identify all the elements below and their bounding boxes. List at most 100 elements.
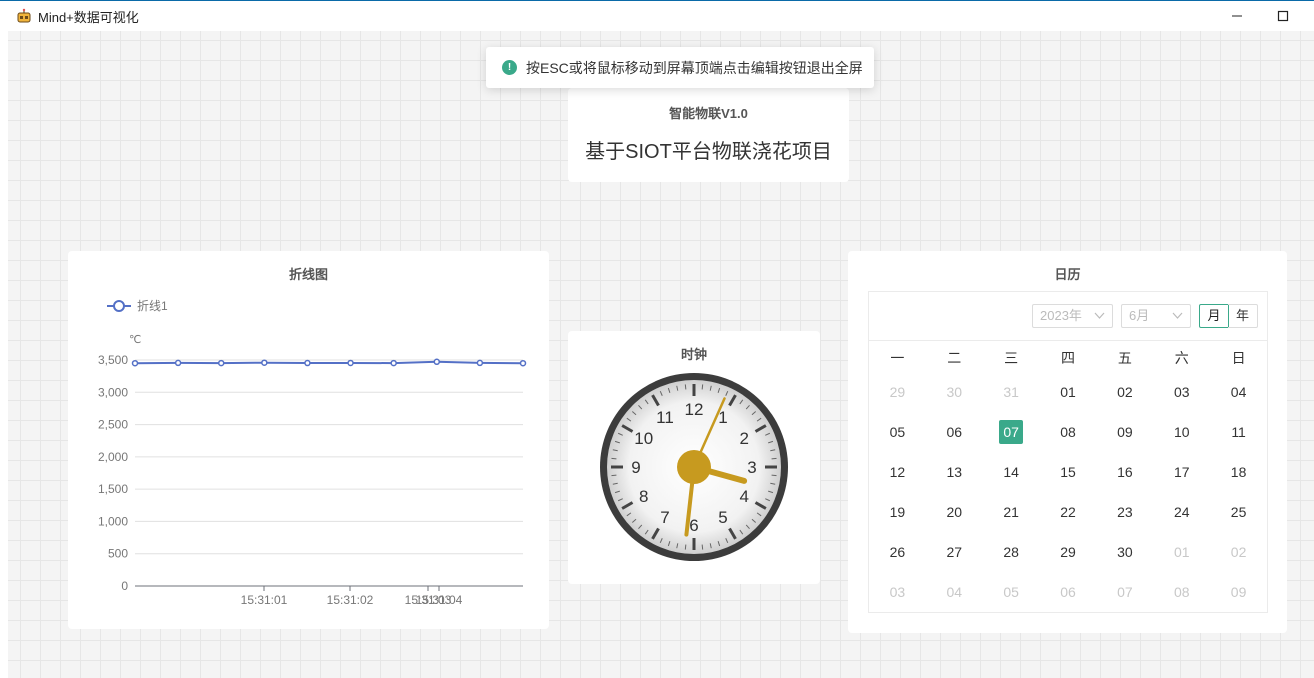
fullscreen-toast: ! 按ESC或将鼠标移动到屏幕顶端点击编辑按钮退出全屏	[486, 47, 874, 88]
calendar-day[interactable]: 31	[983, 372, 1040, 412]
clock-hub	[677, 450, 711, 484]
data-point[interactable]	[390, 359, 397, 367]
analog-clock: 12 1234567891011	[600, 373, 788, 561]
info-icon: !	[502, 60, 517, 75]
month-select[interactable]: 6月	[1121, 304, 1191, 328]
calendar-day[interactable]: 16	[1096, 452, 1153, 492]
header-title: 基于SIOT平台物联浇花项目	[585, 141, 832, 163]
weekday-label: 一	[890, 350, 905, 366]
calendar-day[interactable]: 09	[1096, 412, 1153, 452]
minute-tick	[701, 544, 704, 550]
minute-tick	[771, 474, 777, 477]
calendar-card: 日历 2023年 6月 月 年 一二三四五六日 29 30 31 01 02 03 04 05 0…	[848, 251, 1287, 633]
calendar-day[interactable]: 04	[1210, 372, 1267, 412]
calendar-day[interactable]: 10	[1153, 412, 1210, 452]
window-left-edge	[0, 31, 8, 678]
header-subtitle: 智能物联V1.0	[669, 106, 748, 121]
calendar-week: 19 20 21 22 23 24 25	[869, 492, 1267, 532]
y-tick-label: 500	[108, 547, 128, 561]
calendar-day[interactable]: 19	[869, 492, 926, 532]
calendar-day[interactable]: 18	[1210, 452, 1267, 492]
calendar-day[interactable]: 27	[926, 532, 983, 572]
calendar-day[interactable]: 04	[926, 572, 983, 612]
calendar-grid: 一二三四五六日 29 30 31 01 02 03 04 05 06 07 08 09 10 11 12 13 1…	[869, 344, 1267, 612]
weekday-label: 三	[1004, 350, 1019, 366]
chart-legend[interactable]: 折线1	[107, 298, 168, 313]
calendar-day[interactable]: 22	[1040, 492, 1097, 532]
data-point[interactable]	[174, 359, 182, 367]
window-title: Mind+数据可视化	[38, 9, 139, 25]
calendar-day[interactable]: 23	[1096, 492, 1153, 532]
calendar-day[interactable]: 25	[1210, 492, 1267, 532]
minimize-icon	[1232, 15, 1242, 17]
calendar-day[interactable]: 20	[926, 492, 983, 532]
calendar: 2023年 6月 月 年 一二三四五六日 29 30 31 01 02 03 04 05 06 07…	[868, 291, 1268, 613]
title-bar: Mind+数据可视化	[0, 0, 1314, 31]
calendar-day[interactable]: 26	[869, 532, 926, 572]
x-tick-label: 15:31:04	[416, 593, 463, 607]
clock-number: 5	[718, 508, 727, 527]
data-point[interactable]	[217, 359, 225, 367]
minute-tick	[771, 457, 777, 460]
clock-card: 时钟 12 1 2 3 4 5 6 7 8 9 10 11	[568, 331, 820, 584]
clock-number: 2	[739, 429, 748, 448]
calendar-day[interactable]: 06	[926, 412, 983, 452]
data-point[interactable]	[131, 359, 139, 367]
calendar-day[interactable]: 13	[926, 452, 983, 492]
series-line	[134, 360, 524, 365]
calendar-day-today[interactable]: 07	[983, 412, 1040, 452]
data-point[interactable]	[519, 359, 527, 367]
header-card: 智能物联V1.0 基于SIOT平台物联浇花项目	[568, 88, 849, 182]
data-point[interactable]	[261, 359, 268, 366]
calendar-day[interactable]: 01	[1153, 532, 1210, 572]
minimize-button[interactable]	[1214, 1, 1260, 31]
calendar-day[interactable]: 08	[1040, 412, 1097, 452]
data-point[interactable]	[476, 359, 484, 367]
clock-number: 12	[685, 400, 704, 419]
calendar-day[interactable]: 07	[1096, 572, 1153, 612]
calendar-day[interactable]: 24	[1153, 492, 1210, 532]
maximize-button[interactable]	[1260, 1, 1306, 31]
calendar-header: 2023年 6月 月 年	[869, 292, 1267, 341]
calendar-day[interactable]: 09	[1210, 572, 1267, 612]
calendar-week: 26 27 28 29 30 01 02	[869, 532, 1267, 572]
calendar-day[interactable]: 06	[1040, 572, 1097, 612]
calendar-day[interactable]: 03	[869, 572, 926, 612]
minute-tick	[684, 384, 687, 390]
calendar-day[interactable]: 15	[1040, 452, 1097, 492]
calendar-day[interactable]: 02	[1210, 532, 1267, 572]
calendar-day[interactable]: 29	[869, 372, 926, 412]
calendar-day[interactable]: 05	[983, 572, 1040, 612]
calendar-day[interactable]: 21	[983, 492, 1040, 532]
calendar-day[interactable]: 29	[1040, 532, 1097, 572]
weekday-row: 一二三四五六日	[869, 344, 1267, 372]
calendar-day[interactable]: 11	[1210, 412, 1267, 452]
calendar-day[interactable]: 05	[869, 412, 926, 452]
month-select-value: 6月	[1129, 308, 1150, 323]
month-mode-button[interactable]: 月	[1199, 304, 1229, 328]
calendar-day[interactable]: 14	[983, 452, 1040, 492]
calendar-day[interactable]: 30	[926, 372, 983, 412]
y-tick-label: 1,000	[98, 514, 128, 528]
calendar-day[interactable]: 08	[1153, 572, 1210, 612]
data-point[interactable]	[347, 359, 354, 367]
line-chart: 折线1 ℃ 0 500 1,000 1,500 2,000 2,500 3,000 3,500…	[98, 298, 527, 607]
calendar-day[interactable]: 12	[869, 452, 926, 492]
calendar-day[interactable]: 17	[1153, 452, 1210, 492]
year-select[interactable]: 2023年	[1032, 304, 1113, 328]
weekday-label: 四	[1061, 350, 1075, 366]
calendar-day[interactable]: 30	[1096, 532, 1153, 572]
calendar-day[interactable]: 03	[1153, 372, 1210, 412]
calendar-day[interactable]: 01	[1040, 372, 1097, 412]
weekday-label: 日	[1231, 350, 1246, 366]
year-mode-button[interactable]: 年	[1228, 304, 1258, 328]
weekday-label: 六	[1174, 350, 1189, 366]
y-tick-label: 2,000	[98, 450, 128, 464]
data-point[interactable]	[433, 358, 441, 366]
weekday-label: 二	[947, 350, 962, 366]
calendar-day[interactable]: 28	[983, 532, 1040, 572]
calendar-day[interactable]: 02	[1096, 372, 1153, 412]
calendar-week: 05 06 07 08 09 10 11	[869, 412, 1267, 452]
clock-number: 4	[739, 487, 748, 506]
data-point[interactable]	[304, 359, 311, 367]
